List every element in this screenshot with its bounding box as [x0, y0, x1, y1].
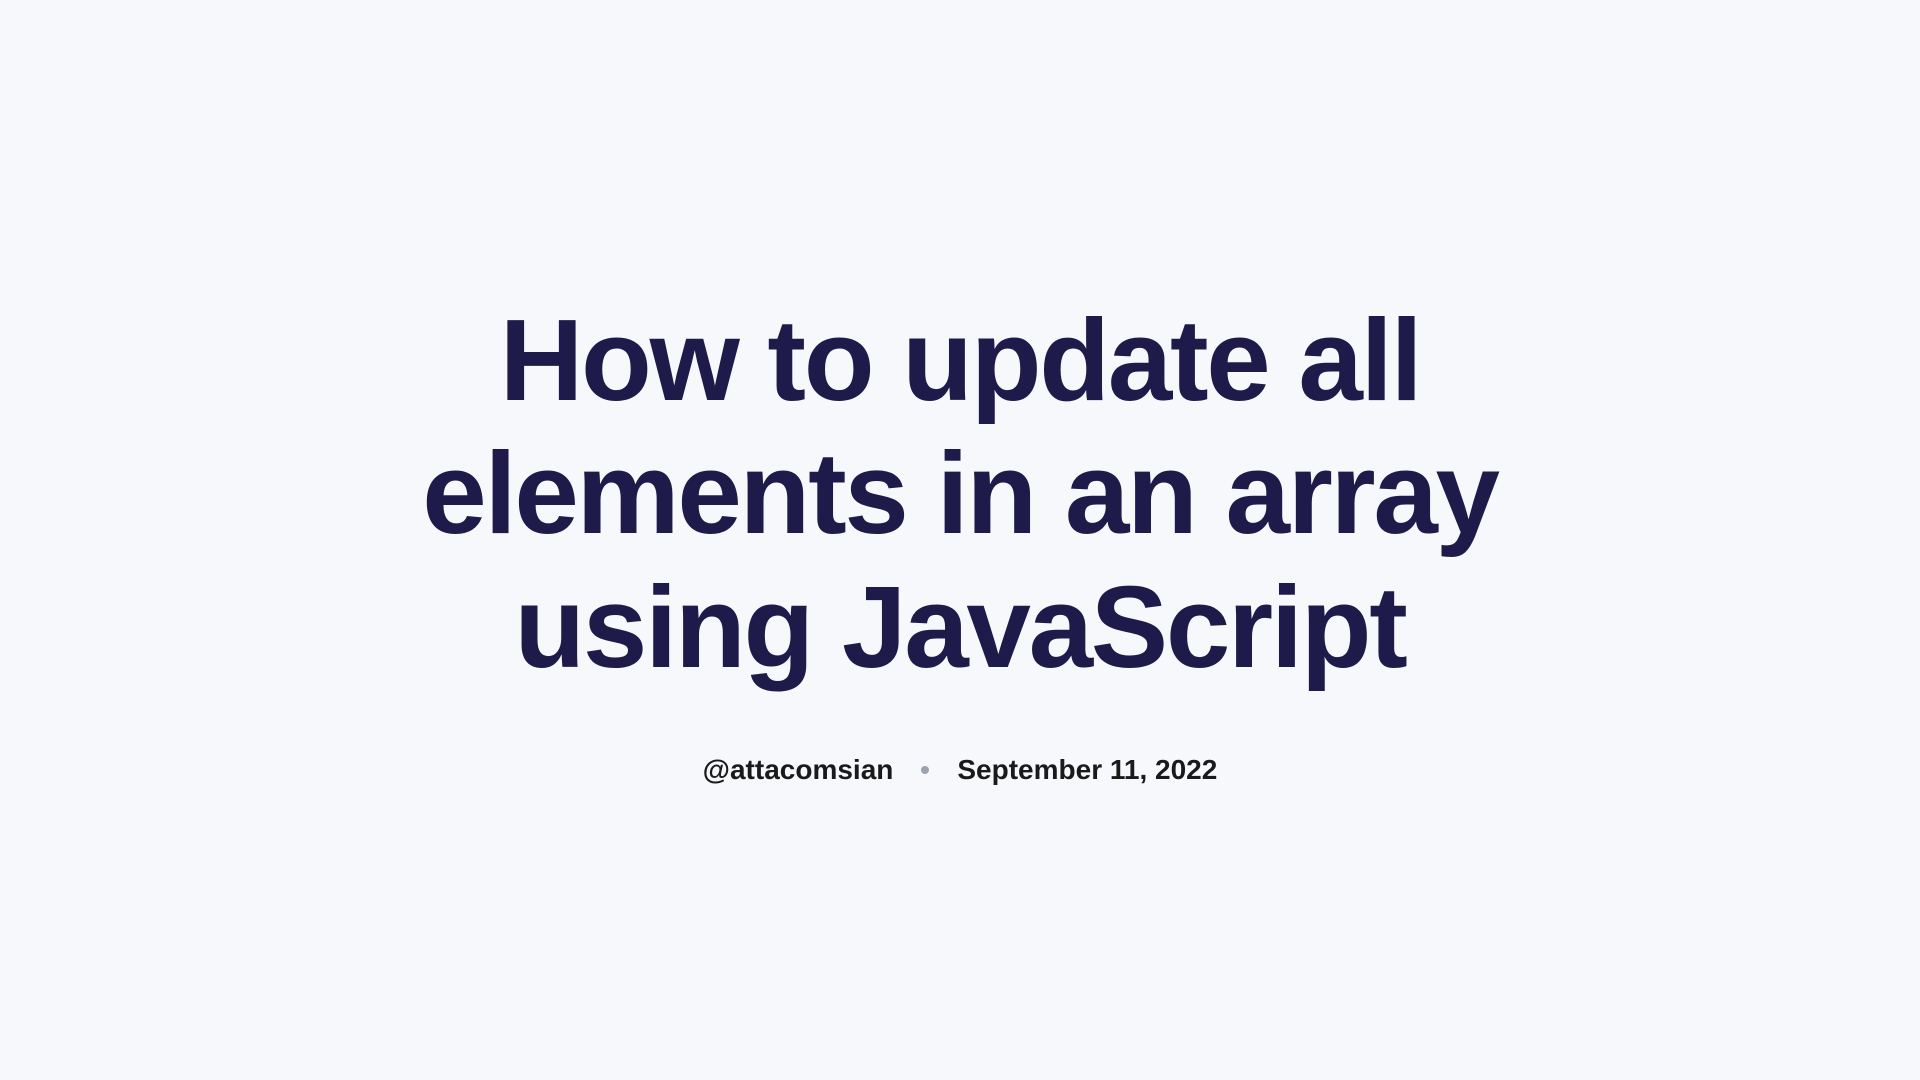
author-handle: @attacomsian: [703, 754, 894, 786]
article-header: How to update all elements in an array u…: [360, 294, 1560, 786]
article-meta: @attacomsian September 11, 2022: [400, 754, 1520, 786]
publish-date: September 11, 2022: [957, 754, 1217, 786]
separator-dot-icon: [921, 766, 929, 774]
article-title: How to update all elements in an array u…: [400, 294, 1520, 694]
